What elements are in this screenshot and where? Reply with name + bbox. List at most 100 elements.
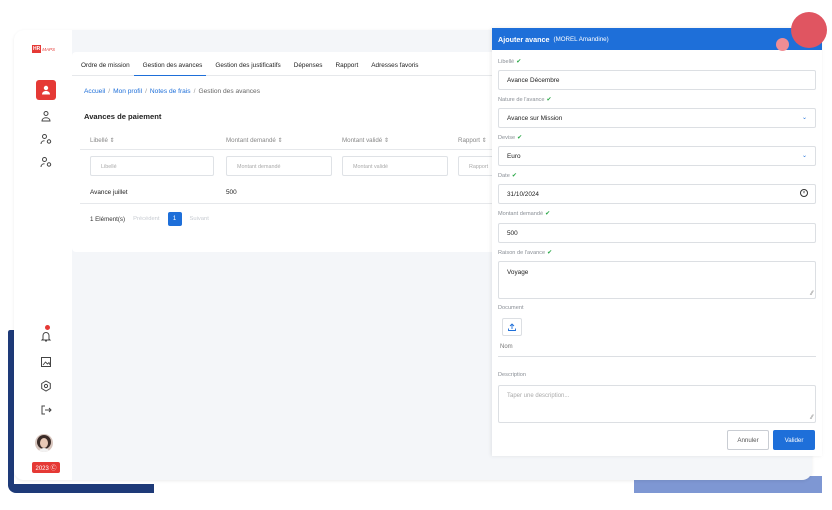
filter-montant-valide-input[interactable]: Montant validé: [342, 156, 448, 176]
breadcrumb-separator: /: [108, 88, 111, 95]
description-placeholder: Taper une description...: [507, 393, 570, 399]
devise-label: Devise ✔: [498, 134, 522, 141]
drawer-header: Ajouter avance (MOREL Amandine): [492, 28, 822, 50]
breadcrumb: Accueil / Mon profil / Notes de frais / Gestio…: [84, 88, 260, 95]
decorative-circle-pink: [776, 38, 789, 51]
sidebar: HR MAPS 2023 Ⓒ: [14, 30, 72, 480]
date-label: Date ✔: [498, 172, 517, 179]
cell-libelle: Avance juillet: [90, 189, 128, 196]
sidebar-item-profile[interactable]: [36, 80, 56, 100]
sidebar-settings[interactable]: [36, 376, 56, 396]
tab-adresses-favoris[interactable]: Adresses favoris: [362, 52, 422, 76]
chevron-down-icon: ⌄: [801, 153, 807, 159]
pagination-previous[interactable]: Précédent: [133, 216, 159, 222]
check-icon: ✔: [517, 135, 523, 141]
sidebar-item-user-settings[interactable]: [36, 129, 56, 149]
clear-icon[interactable]: ×: [800, 189, 808, 197]
logo-maps: MAPS: [42, 46, 55, 52]
sidebar-item-missions[interactable]: [36, 106, 56, 126]
upload-button[interactable]: [502, 318, 522, 336]
cancel-button[interactable]: Annuler: [727, 430, 769, 450]
logo[interactable]: HR MAPS: [32, 44, 58, 54]
breadcrumb-current: Gestion des avances: [198, 88, 261, 95]
logo-hr: HR: [32, 45, 42, 53]
drawer-subtitle: (MOREL Amandine): [553, 35, 609, 43]
submit-button[interactable]: Valider: [773, 430, 815, 450]
column-header-rapport[interactable]: Rapport ⇕: [458, 137, 487, 144]
libelle-label-text: Libellé: [498, 59, 515, 65]
devise-label-text: Devise: [498, 135, 516, 141]
tab-gestion-des-justificatifs[interactable]: Gestion des justificatifs: [206, 52, 284, 76]
montant-field[interactable]: 500: [498, 223, 816, 243]
breadcrumb-separator: /: [193, 88, 196, 95]
libelle-label: Libellé ✔: [498, 58, 521, 65]
filter-libelle-input[interactable]: Libellé: [90, 156, 214, 176]
map-pin-user-icon: [41, 111, 51, 122]
breadcrumb-notes[interactable]: Notes de frais: [150, 88, 191, 95]
resize-handle-icon[interactable]: ⁄⁄: [811, 415, 813, 421]
upload-icon: [508, 323, 516, 331]
date-picker[interactable]: 31/10/2024 ×: [498, 184, 816, 204]
raison-label-text: Raison de l'avance: [498, 250, 546, 256]
raison-label: Raison de l'avance ✔: [498, 249, 552, 256]
tab-rapport[interactable]: Rapport: [327, 52, 363, 76]
date-value: 31/10/2024: [507, 191, 539, 198]
tab-bar: Ordre de mission Gestion des avances Ges…: [72, 52, 512, 76]
tab-ordre-de-mission[interactable]: Ordre de mission: [72, 52, 134, 76]
montant-label: Montant demandé ✔: [498, 210, 550, 217]
devise-select[interactable]: Euro ⌄: [498, 146, 816, 166]
pagination-next[interactable]: Suivant: [190, 216, 209, 222]
check-icon: ✔: [511, 173, 517, 179]
column-header-libelle[interactable]: Libellé ⇕: [90, 137, 115, 144]
nature-label-text: Nature de l'avance: [498, 97, 545, 103]
resize-handle-icon[interactable]: ⁄⁄: [811, 291, 813, 297]
logout-icon: [41, 405, 52, 415]
check-icon: ✔: [545, 211, 551, 217]
description-textarea[interactable]: Taper une description... ⁄⁄: [498, 385, 816, 423]
avatar[interactable]: [35, 434, 53, 452]
devise-select-value: Euro: [507, 153, 521, 160]
check-icon: ✔: [516, 59, 522, 65]
tab-gestion-des-avances[interactable]: Gestion des avances: [133, 52, 207, 76]
decorative-frame-bottom: [8, 484, 154, 493]
description-label: Description: [498, 372, 526, 378]
breadcrumb-profile[interactable]: Mon profil: [113, 88, 142, 95]
cell-montant-demande: 500: [226, 189, 237, 196]
nature-select-value: Avance sur Mission: [507, 115, 563, 122]
avatar-body: [38, 448, 50, 452]
sidebar-item-user-admin[interactable]: [36, 152, 56, 172]
section-title: Avances de paiement: [84, 112, 162, 121]
screen: HR MAPS 2023 Ⓒ Ordre de mission Gestion …: [0, 0, 832, 510]
raison-textarea[interactable]: Voyage ⁄⁄: [498, 261, 816, 299]
sidebar-gallery[interactable]: [36, 352, 56, 372]
check-icon: ✔: [547, 250, 553, 256]
table-header: Libellé ⇕ Montant demandé ⇕ Montant vali…: [80, 130, 512, 150]
document-label: Document: [498, 305, 524, 311]
year-badge: 2023 Ⓒ: [32, 462, 60, 473]
decorative-circle-red: [791, 12, 827, 48]
column-header-montant-demande[interactable]: Montant demandé ⇕: [226, 137, 283, 144]
raison-value: Voyage: [507, 269, 529, 276]
add-advance-drawer: Ajouter avance (MOREL Amandine) Libellé ✔…: [492, 28, 822, 456]
tab-depenses[interactable]: Dépenses: [285, 52, 327, 76]
nature-select[interactable]: Avance sur Mission ⌄: [498, 108, 816, 128]
avatar-face: [40, 438, 48, 448]
table-row[interactable]: Avance juillet 500: [80, 180, 512, 204]
filter-montant-demande-input[interactable]: Montant demandé: [226, 156, 332, 176]
pagination-page-1[interactable]: 1: [167, 212, 182, 226]
user-icon: [42, 85, 50, 95]
notification-dot: [45, 325, 50, 330]
nom-label: Nom: [500, 344, 513, 350]
breadcrumb-separator: /: [145, 88, 147, 95]
image-icon: [41, 357, 51, 367]
breadcrumb-home[interactable]: Accueil: [84, 88, 105, 95]
gear-icon: [41, 380, 51, 392]
check-icon: ✔: [546, 97, 552, 103]
date-label-text: Date: [498, 173, 510, 179]
pagination-count: 1 Elément(s): [90, 215, 126, 223]
sidebar-notifications[interactable]: [36, 325, 56, 346]
column-header-montant-valide[interactable]: Montant validé ⇕: [342, 137, 389, 144]
libelle-field[interactable]: Avance Décembre: [498, 70, 816, 90]
montant-label-text: Montant demandé: [498, 211, 544, 217]
sidebar-logout[interactable]: [36, 400, 56, 420]
